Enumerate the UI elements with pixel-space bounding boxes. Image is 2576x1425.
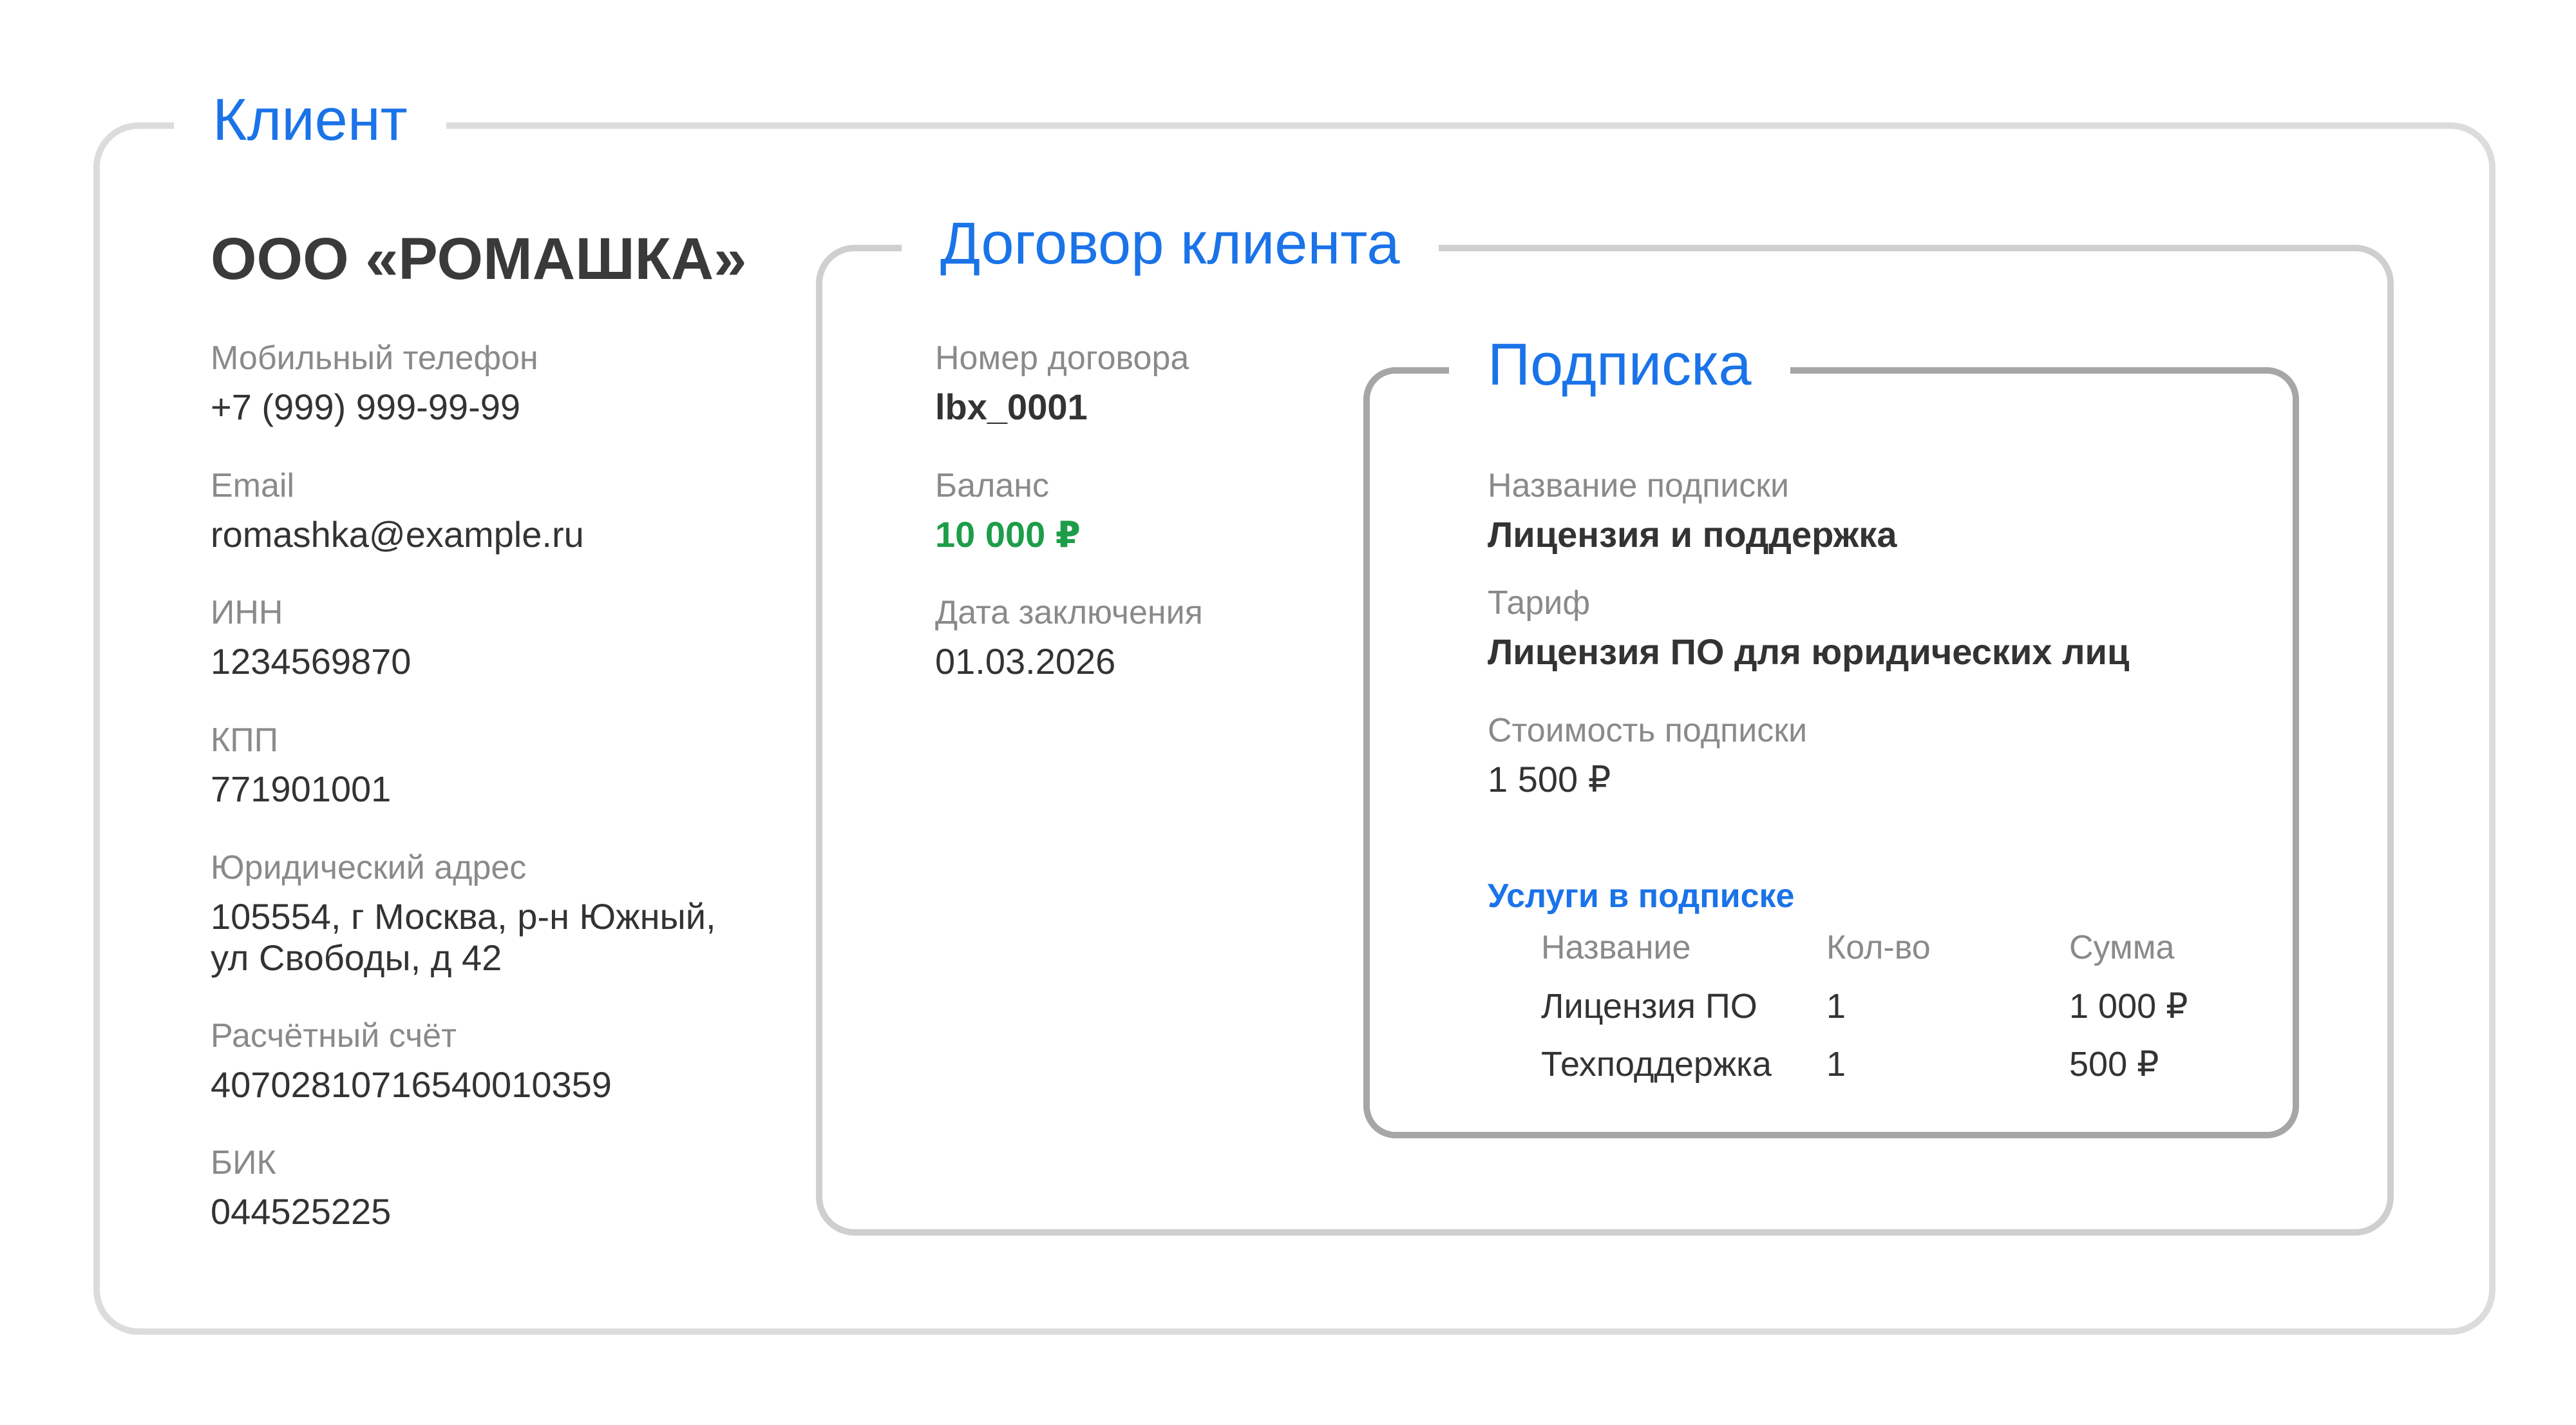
contract-legend: Договор клиента: [902, 214, 1439, 273]
service-sum: 500 ₽: [2069, 1045, 2159, 1084]
tariff-value: Лицензия ПО для юридических лиц: [1488, 631, 2130, 672]
legal-address-value-line2: ул Свободы, д 42: [211, 937, 502, 978]
phone-field: Мобильный телефон +7 (999) 999-99-99: [211, 341, 538, 428]
contract-date-field: Дата заключения 01.03.2026: [935, 596, 1203, 682]
bik-label: БИК: [211, 1144, 276, 1181]
kpp-value: 771901001: [211, 769, 392, 809]
contract-date-value: 01.03.2026: [935, 641, 1116, 682]
service-qty: 1: [1826, 1045, 1846, 1084]
service-sum: 1 000 ₽: [2069, 987, 2188, 1026]
services-title: Услуги в подписке: [1488, 877, 1795, 915]
balance-field: Баланс 10 000 ₽: [935, 469, 1081, 555]
subscription-legend: Подписка: [1449, 335, 1790, 394]
inn-field: ИНН 1234569870: [211, 596, 411, 682]
phone-value: +7 (999) 999-99-99: [211, 387, 521, 427]
inn-label: ИНН: [211, 594, 283, 631]
subscription-cost-field: Стоимость подписки 1 500 ₽: [1488, 714, 1807, 800]
service-name: Лицензия ПО: [1541, 987, 1757, 1026]
legal-address-field: Юридический адрес 105554, г Москва, р-н …: [211, 851, 716, 979]
subscription-name-field: Название подписки Лицензия и поддержка: [1488, 469, 1897, 555]
column-header-sum: Сумма: [2069, 929, 2175, 966]
column-header-qty: Кол-во: [1826, 929, 1931, 966]
account-label: Расчётный счёт: [211, 1017, 457, 1055]
email-field: Email romashka@example.ru: [211, 469, 584, 555]
email-value: romashka@example.ru: [211, 514, 584, 555]
client-legend: Клиент: [174, 90, 446, 149]
kpp-field: КПП 771901001: [211, 723, 391, 810]
contract-number-field: Номер договора lbx_0001: [935, 341, 1189, 428]
phone-label: Мобильный телефон: [211, 340, 538, 377]
bik-field: БИК 044525225: [211, 1146, 391, 1232]
legal-address-label: Юридический адрес: [211, 849, 527, 886]
subscription-name-value: Лицензия и поддержка: [1488, 514, 1897, 555]
balance-value: 10 000 ₽: [935, 514, 1081, 555]
inn-value: 1234569870: [211, 641, 412, 682]
page: Клиент ООО «РОМАШКА» Мобильный телефон +…: [0, 0, 2576, 1425]
account-field: Расчётный счёт 40702810716540010359: [211, 1019, 612, 1105]
tariff-field: Тариф Лицензия ПО для юридических лиц: [1488, 586, 2129, 673]
service-name: Техподдержка: [1541, 1045, 1772, 1084]
column-header-name: Название: [1541, 929, 1691, 966]
subscription-name-label: Название подписки: [1488, 467, 1790, 504]
tariff-label: Тариф: [1488, 584, 1591, 622]
company-name: ООО «РОМАШКА»: [211, 226, 747, 292]
legal-address-value-line1: 105554, г Москва, р-н Южный,: [211, 896, 716, 937]
contract-number-value: lbx_0001: [935, 387, 1088, 427]
contract-number-label: Номер договора: [935, 340, 1189, 377]
subscription-cost-value: 1 500 ₽: [1488, 759, 1611, 799]
balance-label: Баланс: [935, 467, 1050, 504]
service-qty: 1: [1826, 987, 1846, 1026]
account-value: 40702810716540010359: [211, 1064, 612, 1105]
email-label: Email: [211, 467, 295, 504]
kpp-label: КПП: [211, 722, 279, 759]
contract-date-label: Дата заключения: [935, 594, 1203, 631]
subscription-cost-label: Стоимость подписки: [1488, 712, 1808, 749]
bik-value: 044525225: [211, 1191, 392, 1232]
